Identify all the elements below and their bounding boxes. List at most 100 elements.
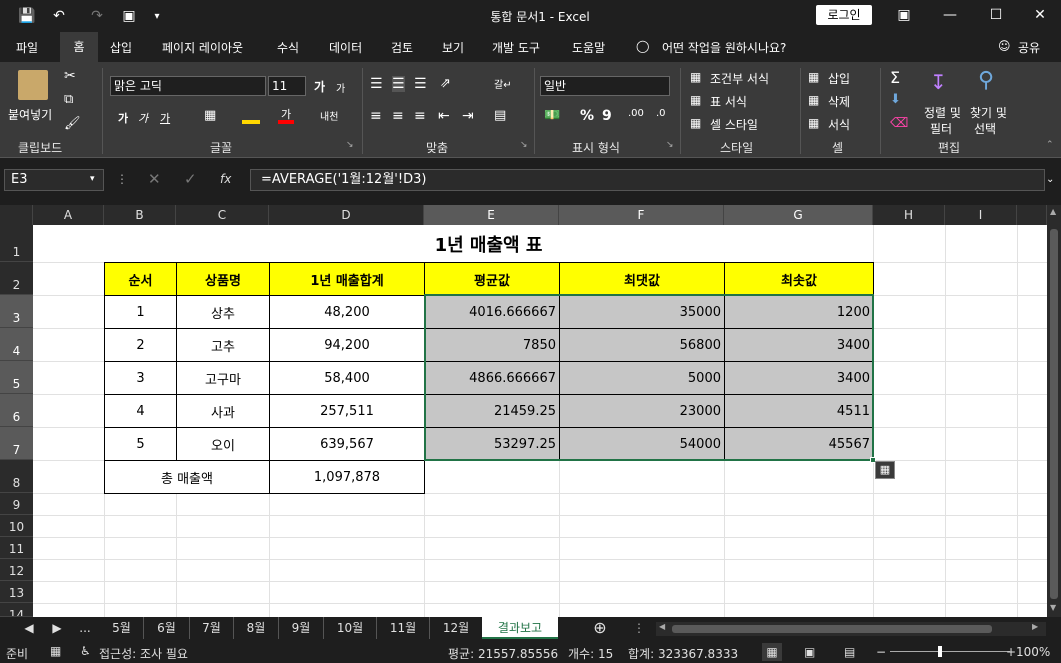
fill-icon[interactable]: ⬇ [890, 92, 901, 107]
align-middle-icon[interactable]: ☰ [392, 76, 405, 92]
scroll-right-icon[interactable]: ▶ [1032, 622, 1038, 631]
percent-button[interactable]: % [580, 108, 594, 124]
row-header-5[interactable]: 5 [0, 361, 33, 394]
tab-formulas[interactable]: 수식 [277, 39, 299, 56]
cell-order-3[interactable]: 3 [104, 361, 177, 395]
sheet-tab-10[interactable]: 10월 [324, 617, 377, 639]
header-cell-average[interactable]: 평균값 [424, 262, 560, 296]
cell-order-4[interactable]: 4 [104, 394, 177, 428]
tab-view[interactable]: 보기 [442, 39, 464, 56]
add-sheet-icon[interactable]: ⊕ [588, 617, 612, 639]
expand-formula-icon[interactable]: ⌄ [1046, 174, 1054, 185]
italic-button[interactable]: 가 [138, 110, 148, 126]
sheet-tab-8[interactable]: 8월 [234, 617, 279, 639]
copy-icon[interactable]: ⧉ [64, 92, 73, 107]
header-cell-min[interactable]: 최솟값 [724, 262, 874, 296]
col-header-a[interactable]: A [33, 205, 104, 225]
login-button[interactable]: 로그인 [816, 5, 872, 25]
col-header-d[interactable]: D [269, 205, 424, 225]
cell-max-3[interactable]: 5000 [559, 361, 725, 395]
cell-product-1[interactable]: 상추 [176, 295, 270, 329]
number-format-combo[interactable]: 일반 [540, 76, 670, 96]
insert-function-button[interactable]: fx [220, 172, 231, 186]
cell-total-1[interactable]: 48,200 [269, 295, 425, 329]
customize-qat-icon[interactable]: ▾ [146, 6, 168, 26]
table-title[interactable]: 1년 매출액 표 [104, 225, 873, 262]
insert-cells-button[interactable]: 삽입 [828, 70, 850, 87]
zoom-level[interactable]: 100% [1016, 645, 1050, 659]
total-value-cell[interactable]: 1,097,878 [269, 460, 425, 494]
tell-me-search[interactable]: 어떤 작업을 원하시나요? [662, 39, 786, 56]
cell-order-1[interactable]: 1 [104, 295, 177, 329]
delete-cells-button[interactable]: 삭제 [828, 93, 850, 110]
col-header-f[interactable]: F [559, 205, 724, 225]
cell-average-1[interactable]: 4016.666667 [424, 295, 560, 329]
undo-icon[interactable]: ↶ [48, 6, 70, 26]
merge-center-icon[interactable]: ▤ [494, 108, 506, 123]
save-icon[interactable]: 💾 [16, 6, 38, 26]
alignment-dialog-launcher-icon[interactable]: ↘ [520, 140, 528, 150]
cell-total-5[interactable]: 639,567 [269, 427, 425, 461]
col-header-e[interactable]: E [424, 205, 559, 225]
header-cell-order[interactable]: 순서 [104, 262, 177, 296]
zoom-in-icon[interactable]: + [1006, 643, 1016, 661]
clear-icon[interactable]: ⌫ [890, 116, 908, 131]
orientation-icon[interactable]: ⇗ [440, 76, 451, 91]
align-right-icon[interactable]: ≡ [414, 108, 426, 124]
status-count[interactable]: 개수: 15 [568, 645, 613, 662]
tab-file[interactable]: 파일 [16, 39, 38, 56]
minimize-icon[interactable]: — [930, 4, 970, 26]
tab-page-layout[interactable]: 페이지 레이아웃 [162, 39, 243, 56]
tab-developer[interactable]: 개발 도구 [492, 39, 540, 56]
header-cell-product[interactable]: 상품명 [176, 262, 270, 296]
sort-filter-button-line1[interactable]: 정렬 및 [924, 104, 961, 121]
cell-average-3[interactable]: 4866.666667 [424, 361, 560, 395]
horizontal-scroll-thumb[interactable] [672, 625, 992, 633]
col-header-i[interactable]: I [945, 205, 1017, 225]
worksheet-grid[interactable]: A B C D E F G H I 1 2 3 4 5 6 7 8 9 10 1… [0, 205, 1047, 617]
phonetic-icon[interactable]: 내천 [320, 108, 338, 123]
paste-icon[interactable] [18, 70, 48, 100]
formula-options-icon[interactable]: ⋮ [116, 172, 128, 186]
font-dialog-launcher-icon[interactable]: ↘ [346, 140, 354, 150]
cell-max-1[interactable]: 35000 [559, 295, 725, 329]
border-icon[interactable]: ▦ [204, 108, 216, 123]
tab-review[interactable]: 검토 [391, 39, 413, 56]
zoom-slider[interactable] [890, 651, 1010, 652]
more-sheets[interactable]: ... [74, 617, 96, 639]
redo-icon[interactable]: ↷ [86, 6, 108, 26]
sheet-tab-6[interactable]: 6월 [144, 617, 190, 639]
cell-styles-button[interactable]: 셀 스타일 [710, 116, 758, 133]
decrease-indent-icon[interactable]: ⇤ [438, 108, 450, 124]
page-break-view-icon[interactable]: ▤ [844, 643, 855, 661]
col-header-c[interactable]: C [176, 205, 269, 225]
cell-product-2[interactable]: 고추 [176, 328, 270, 362]
fill-color-icon[interactable] [242, 106, 260, 124]
enter-icon[interactable]: ✓ [184, 170, 197, 188]
horizontal-scrollbar[interactable]: ◀ ▶ [656, 622, 1046, 636]
vertical-scroll-thumb[interactable] [1050, 229, 1058, 599]
cell-max-4[interactable]: 23000 [559, 394, 725, 428]
row-header-4[interactable]: 4 [0, 328, 33, 361]
align-center-icon[interactable]: ≡ [392, 108, 404, 124]
cell-max-5[interactable]: 54000 [559, 427, 725, 461]
header-cell-max[interactable]: 최댓값 [559, 262, 725, 296]
header-cell-total[interactable]: 1년 매출합계 [269, 262, 425, 296]
macro-record-icon[interactable]: ▦ [50, 644, 61, 658]
cell-min-4[interactable]: 4511 [724, 394, 874, 428]
shrink-font-icon[interactable]: 가 [336, 80, 345, 95]
scroll-up-icon[interactable]: ▲ [1050, 207, 1056, 216]
conditional-format-button[interactable]: 조건부 서식 [710, 70, 769, 87]
cut-icon[interactable]: ✂ [64, 68, 76, 84]
collapse-ribbon-icon[interactable]: ⌃ [1046, 140, 1054, 150]
format-cells-button[interactable]: 서식 [828, 116, 850, 133]
tab-data[interactable]: 데이터 [329, 39, 362, 56]
increase-decimal-icon[interactable]: .00 [628, 108, 644, 119]
prev-sheet-icon[interactable]: ◀ [22, 617, 36, 639]
select-all-corner[interactable] [0, 205, 33, 225]
cell-min-5[interactable]: 45567 [724, 427, 874, 461]
row-header-13[interactable]: 13 [0, 581, 33, 603]
autosum-icon[interactable]: Σ [890, 68, 900, 87]
increase-indent-icon[interactable]: ⇥ [462, 108, 474, 124]
row-header-3[interactable]: 3 [0, 295, 33, 328]
